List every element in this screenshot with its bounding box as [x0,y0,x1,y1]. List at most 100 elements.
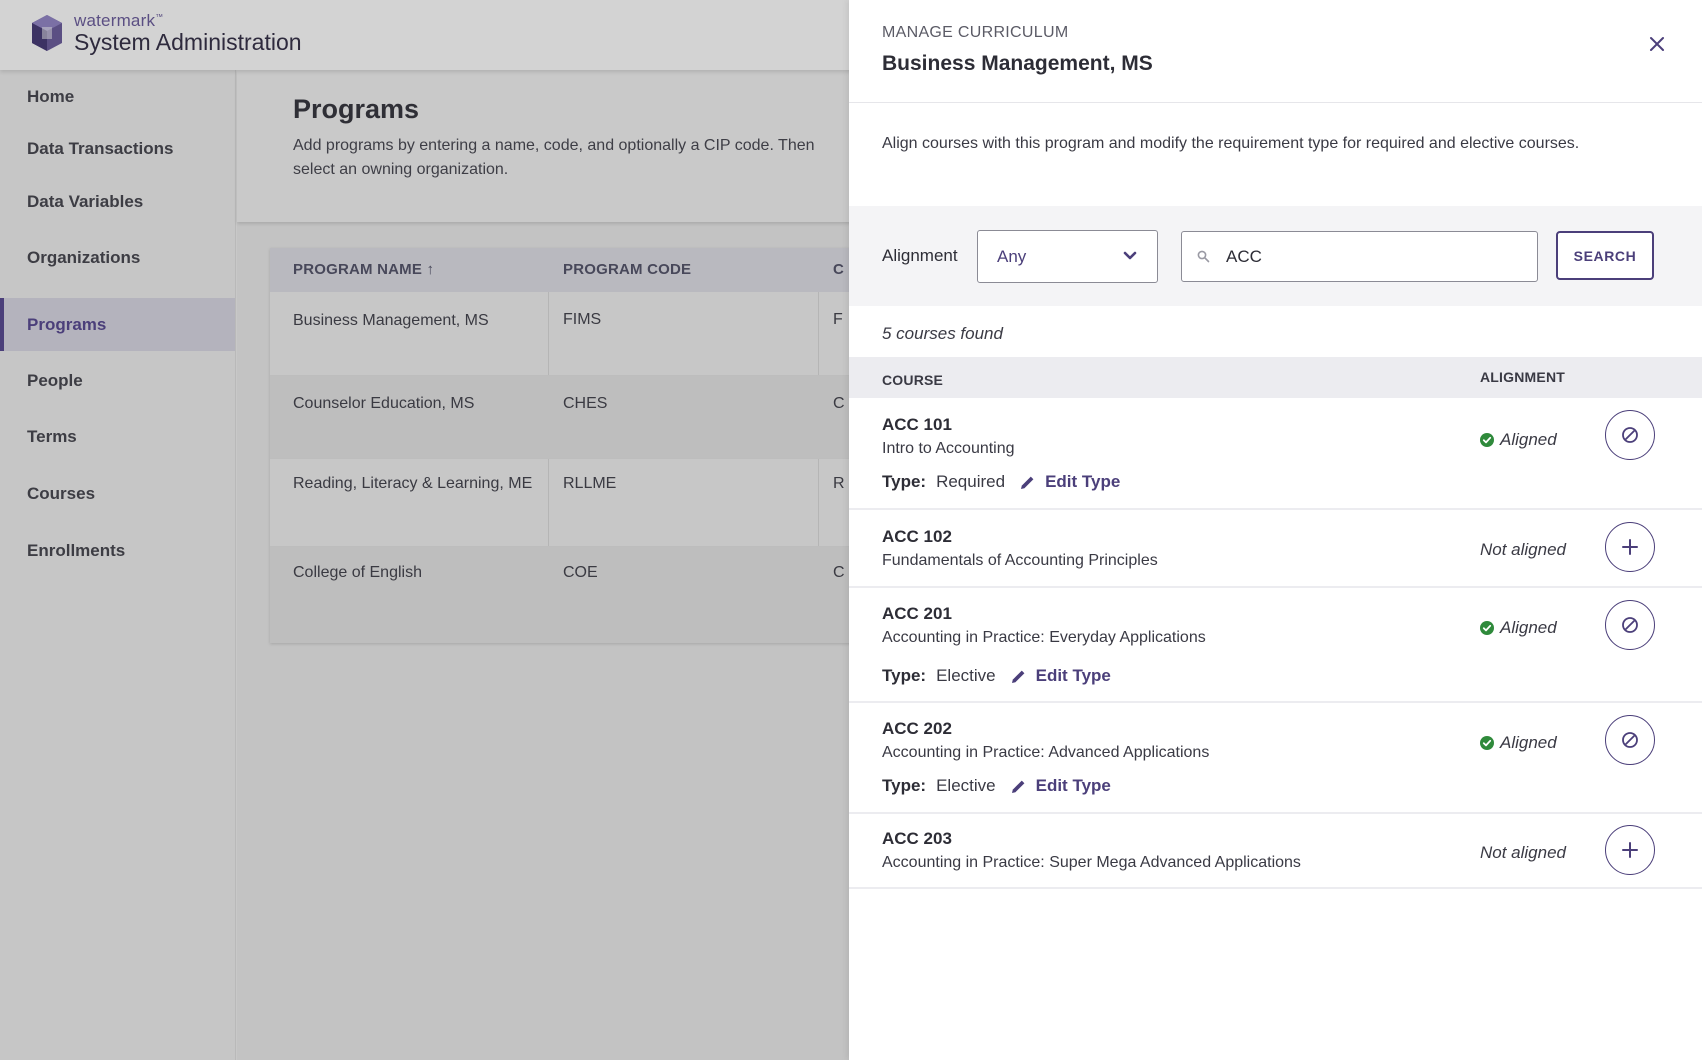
course-name: Accounting in Practice: Advanced Applica… [882,744,1210,761]
chevron-down-icon [1123,251,1137,260]
course-row: ACC 101 Intro to Accounting Type: Requir… [849,398,1702,510]
sidebar-item-data-variables[interactable]: Data Variables [0,175,235,228]
sidebar-item-data-transactions[interactable]: Data Transactions [0,122,235,175]
alignment-select-value: Any [997,246,1027,266]
app-title: System Administration [74,29,302,55]
column-header-alignment: ALIGNMENT [1480,369,1566,385]
type-value: Elective [936,776,996,795]
alignment-select[interactable]: Any [977,230,1158,283]
course-code: ACC 101 [882,415,952,434]
drawer-description: Align courses with this program and modi… [882,135,1580,152]
column-header-truncated[interactable]: C [833,261,844,278]
watermark-logo-icon [32,15,62,51]
pencil-icon [1021,476,1034,489]
course-code: ACC 203 [882,829,952,848]
course-type: Type: Elective Edit Type [882,666,1111,686]
truncated-cell: C [833,395,845,412]
course-row: ACC 202 Accounting in Practice: Advanced… [849,703,1702,814]
brand-name: watermark™ [74,11,164,30]
alignment-status: Aligned [1480,733,1557,753]
pencil-icon [1011,780,1025,793]
column-header-program-code[interactable]: PROGRAM CODE [563,261,691,278]
search-button[interactable]: SEARCH [1556,231,1654,280]
check-circle-icon [1480,621,1494,635]
type-value: Required [936,472,1006,491]
alignment-filter-label: Alignment [882,246,958,265]
close-icon [1650,37,1664,51]
truncated-cell: F [833,311,843,328]
courses-table-header: COURSE ALIGNMENT [849,357,1702,398]
sidebar-item-courses[interactable]: Courses [0,467,235,520]
alignment-status: Aligned [1480,618,1557,638]
course-code: ACC 202 [882,719,952,738]
sidebar-nav: Home Data Transactions Data Variables Or… [0,70,236,1060]
course-type: Type: Elective Edit Type [882,776,1111,796]
truncated-cell: C [833,564,845,581]
filter-bar: Alignment Any SEARCH [849,206,1702,306]
column-header-course: COURSE [882,372,944,388]
page-description: Add programs by entering a name, code, a… [293,137,815,178]
edit-type-link[interactable]: Edit Type [1019,472,1120,492]
drawer-eyebrow: MANAGE CURRICULUM [882,24,1069,41]
program-name-cell: Reading, Literacy & Learning, ME [293,475,533,492]
alignment-status: Aligned [1480,430,1557,450]
align-course-button[interactable] [1605,825,1655,875]
sidebar-item-terms[interactable]: Terms [0,410,235,463]
column-header-program-name[interactable]: PROGRAM NAME ↑ [293,261,434,278]
program-code-cell: RLLME [563,475,617,492]
plus-icon [1622,539,1638,555]
manage-curriculum-drawer: MANAGE CURRICULUM Business Management, M… [849,0,1702,1060]
course-name: Accounting in Practice: Super Mega Advan… [882,854,1301,871]
course-row: ACC 102 Fundamentals of Accounting Princ… [849,510,1702,588]
course-type: Type: Required Edit Type [882,472,1120,492]
course-name: Intro to Accounting [882,440,1015,457]
app-logo[interactable]: watermark™ System Administration [28,12,302,54]
prohibit-icon [1622,732,1638,748]
alignment-status: Not aligned [1480,843,1567,862]
unalign-course-button[interactable] [1605,715,1655,765]
course-code: ACC 201 [882,604,952,623]
plus-icon [1622,842,1638,858]
drawer-header: MANAGE CURRICULUM Business Management, M… [849,0,1702,103]
search-icon [1197,250,1210,263]
program-name-cell: College of English [293,564,422,581]
align-course-button[interactable] [1605,522,1655,572]
prohibit-icon [1622,427,1638,443]
edit-type-link[interactable]: Edit Type [1010,776,1111,796]
course-code: ACC 102 [882,527,952,546]
sidebar-item-programs[interactable]: Programs [0,298,235,351]
course-row: ACC 203 Accounting in Practice: Super Me… [849,814,1702,889]
results-count: 5 courses found [882,324,1003,343]
program-name-cell: Counselor Education, MS [293,395,475,412]
check-circle-icon [1480,736,1494,750]
sidebar-item-people[interactable]: People [0,354,235,407]
close-button[interactable] [1643,30,1671,58]
edit-type-link[interactable]: Edit Type [1010,666,1111,686]
type-label: Type: [882,472,927,491]
sidebar-item-enrollments[interactable]: Enrollments [0,524,235,577]
sidebar-item-home[interactable]: Home [0,70,235,123]
truncated-cell: R [833,475,845,492]
program-code-cell: FIMS [563,311,602,328]
course-search-field[interactable] [1181,231,1538,282]
drawer-title: Business Management, MS [882,52,1153,75]
type-label: Type: [882,776,927,795]
sidebar-item-organizations[interactable]: Organizations [0,231,235,284]
alignment-status: Not aligned [1480,540,1567,559]
course-search-input[interactable] [1226,246,1526,268]
program-code-cell: COE [563,564,598,581]
course-row: ACC 201 Accounting in Practice: Everyday… [849,588,1702,703]
course-name: Accounting in Practice: Everyday Applica… [882,629,1206,646]
program-name-cell: Business Management, MS [293,312,489,329]
page-title: Programs [293,94,420,124]
course-name: Fundamentals of Accounting Principles [882,552,1158,569]
unalign-course-button[interactable] [1605,600,1655,650]
pencil-icon [1011,670,1025,683]
program-code-cell: CHES [563,395,608,412]
prohibit-icon [1622,617,1638,633]
type-label: Type: [882,666,927,685]
unalign-course-button[interactable] [1605,410,1655,460]
check-circle-icon [1480,433,1494,447]
sort-ascending-icon: ↑ [426,261,435,278]
type-value: Elective [936,666,996,685]
